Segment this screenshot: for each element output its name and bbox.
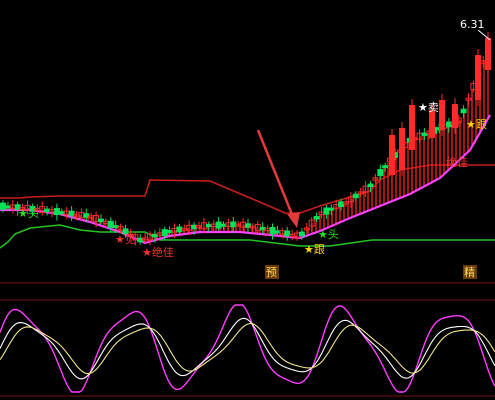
candle-body: [409, 105, 415, 150]
candle-body: [452, 104, 458, 128]
candle-body: [83, 213, 90, 218]
candle-body: [313, 216, 320, 220]
candle-body: [220, 223, 227, 227]
candle-body: [445, 121, 452, 128]
candle-body: [352, 193, 359, 199]
candle-body: [4, 205, 11, 209]
candle-body: [166, 230, 173, 234]
candle-body: [215, 221, 222, 229]
candle-body: [399, 128, 405, 170]
candle-body: [298, 231, 305, 237]
candle-body: [161, 229, 168, 237]
grid-lines: [0, 282, 495, 397]
signal-label: ★见: [115, 233, 136, 246]
signal-label: ★跟: [466, 118, 487, 131]
signal-label: 绝佳: [446, 155, 468, 169]
candle-body: [338, 201, 345, 208]
high-price-label: 6.31: [460, 18, 485, 31]
candle-body: [68, 210, 75, 217]
signal-label: ★头: [18, 207, 39, 220]
candle-body: [323, 207, 330, 215]
marker-label: 精: [464, 266, 475, 279]
candle-body: [284, 230, 291, 237]
candle-body: [151, 233, 158, 238]
candle-body: [259, 226, 266, 231]
signal-label: ★跟: [304, 243, 325, 256]
candle-body: [421, 132, 428, 136]
candle-body: [230, 221, 237, 228]
signal-arrow-head: [287, 212, 300, 228]
candle-body: [0, 202, 6, 210]
oscillator-panel: 预精: [0, 265, 495, 393]
candle-body: [269, 227, 276, 234]
signal-arrow-shaft: [256, 129, 297, 223]
candle-body: [460, 108, 467, 114]
candle-body: [328, 207, 335, 211]
candle-body: [176, 226, 183, 233]
stock-chart-canvas: ★头 ★见 ★绝佳 ★头 ★跟 ★卖 ★跟 绝佳 6.31 预精: [0, 0, 495, 400]
candle-body: [137, 237, 144, 243]
signal-label: ★头: [318, 228, 339, 241]
signal-label: ★绝佳: [142, 245, 174, 259]
candle-body: [58, 211, 65, 215]
channel-lines: [0, 164, 495, 249]
candle-body: [191, 224, 198, 230]
candle-body: [382, 165, 389, 169]
oscillator-main-line: [0, 304, 495, 393]
kline-chart: ★头★见★绝佳★头★跟★卖★跟绝佳6.31 预精: [0, 18, 495, 397]
candle-body: [475, 55, 481, 100]
signal-label: ★卖: [418, 101, 439, 114]
candlestick-series: [0, 32, 492, 246]
candle-body: [98, 218, 104, 223]
candle-body: [107, 220, 114, 228]
candle-body: [429, 110, 435, 138]
candle-body: [245, 223, 251, 228]
candle-body: [485, 38, 491, 70]
candle-body: [205, 223, 212, 228]
candle-body: [389, 135, 395, 175]
marker-label: 预: [266, 266, 277, 279]
candle-body: [274, 230, 281, 234]
candle-body: [44, 208, 51, 212]
oscillator-slow-line: [0, 322, 495, 375]
candle-body: [53, 208, 60, 216]
candle-body: [439, 100, 445, 130]
candle-body: [377, 169, 384, 177]
candle-body: [367, 183, 374, 188]
candle-body: [112, 225, 119, 229]
